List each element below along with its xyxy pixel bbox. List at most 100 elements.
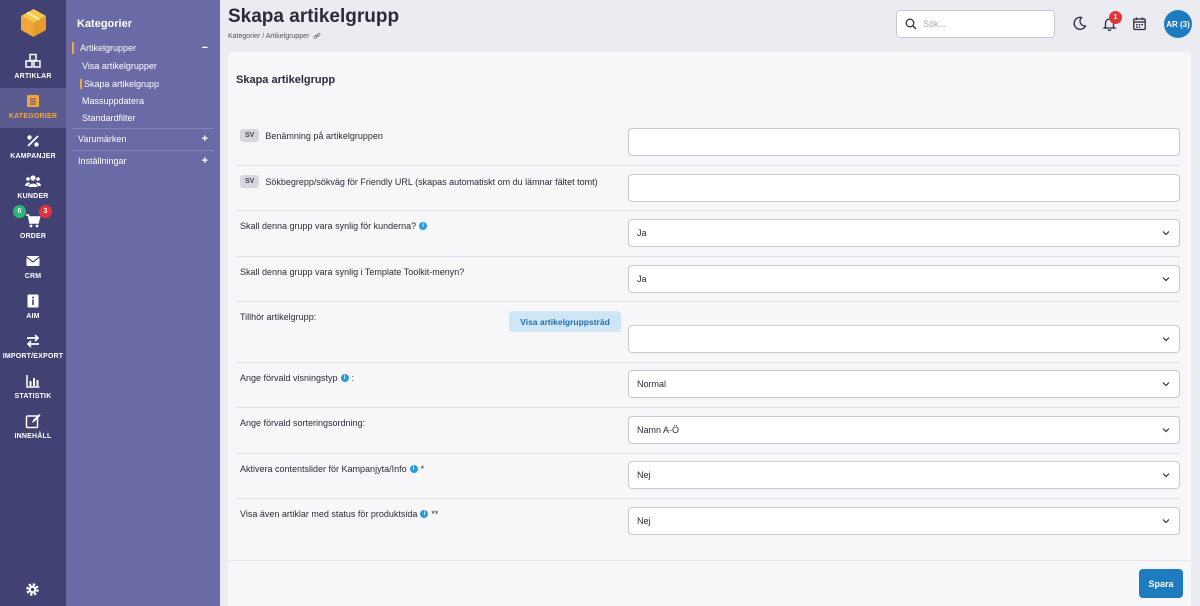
- field-label-sortering: Ange förvald sorteringsordning:: [240, 418, 365, 428]
- arrows-icon: [26, 334, 40, 348]
- info-icon: [27, 294, 39, 308]
- rail-item-crm[interactable]: CRM: [0, 248, 66, 288]
- chevron-down-icon: [1162, 231, 1170, 236]
- row-divider: [236, 407, 1180, 408]
- field-label-template-toolkit: Skall denna grupp vara synlig i Template…: [240, 267, 464, 277]
- field-label-visningstyp: Ange förvald visningstyp i :: [240, 373, 354, 383]
- row-divider: [236, 362, 1180, 363]
- row-divider: [236, 165, 1180, 166]
- user-avatar[interactable]: AR (3): [1164, 10, 1192, 38]
- rail-label: AIM: [26, 313, 40, 320]
- field-label-text: Ange förvald sorteringsordning:: [240, 418, 366, 428]
- row-divider: [236, 453, 1180, 454]
- collapse-icon[interactable]: −: [202, 42, 208, 54]
- moon-icon[interactable]: [1072, 16, 1087, 31]
- rail-item-innehall[interactable]: INNEHÅLL: [0, 408, 66, 448]
- subnav-group-artikelgrupper[interactable]: Artikelgrupper −: [72, 42, 214, 54]
- notification-badge: 1: [1109, 11, 1122, 24]
- chevron-down-icon: [1162, 277, 1170, 282]
- contentslider-select[interactable]: Nej: [628, 461, 1180, 489]
- rail-label: ORDER: [19, 233, 47, 240]
- rail-item-statistik[interactable]: STATISTIK: [0, 368, 66, 408]
- rail-label: IMPORT/EXPORT: [2, 353, 64, 360]
- logo-box-icon[interactable]: [20, 8, 47, 38]
- category-subnav: Kategorier Artikelgrupper − Visa artikel…: [66, 0, 220, 606]
- form-card: Skapa artikelgrupp SV Benämning på artik…: [228, 52, 1191, 606]
- save-button[interactable]: Spara: [1139, 569, 1183, 598]
- field-label-text: Ange förvald visningstyp: [240, 373, 338, 383]
- select-value: Namn A-Ö: [637, 425, 680, 435]
- subnav-group-varumarken[interactable]: Varumärken +: [72, 133, 214, 145]
- field-label-text: Skall denna grupp vara synlig för kunder…: [240, 221, 417, 231]
- display-type-select[interactable]: Normal: [628, 370, 1180, 398]
- bar-chart-icon: [26, 375, 40, 388]
- form-title: Skapa artikelgrupp: [236, 74, 336, 86]
- rail-item-artiklar[interactable]: ARTIKLAR: [0, 48, 66, 88]
- language-tag: SV: [240, 129, 260, 142]
- order-badge-green: 0: [13, 205, 26, 218]
- subnav-group-installningar[interactable]: Inställningar +: [72, 155, 214, 167]
- rail-label: KATEGORIER: [8, 113, 58, 120]
- visible-menu-select[interactable]: Ja: [628, 265, 1180, 293]
- calendar-icon[interactable]: [1132, 16, 1147, 31]
- rail-label: CRM: [24, 273, 42, 280]
- info-icon[interactable]: i: [419, 222, 428, 230]
- breadcrumb-text[interactable]: Kategorier / Artikelgrupper: [228, 33, 309, 40]
- parent-group-select[interactable]: [628, 325, 1180, 353]
- users-icon: [25, 175, 41, 187]
- info-icon[interactable]: i: [409, 465, 418, 473]
- rail-item-kampanjer[interactable]: KAMPANJER: [0, 128, 66, 168]
- page-title: Skapa artikelgrupp: [228, 6, 400, 27]
- select-value: Normal: [637, 379, 667, 389]
- subnav-item-standardfilter[interactable]: Standardfilter: [82, 113, 136, 123]
- rail-item-import-export[interactable]: IMPORT/EXPORT: [0, 328, 66, 368]
- rail-item-aim[interactable]: AIM: [0, 288, 66, 328]
- expand-icon[interactable]: +: [202, 133, 208, 145]
- info-icon[interactable]: i: [420, 510, 429, 518]
- subnav-item-visa-artikelgrupper[interactable]: Visa artikelgrupper: [82, 61, 157, 71]
- rail-item-kunder[interactable]: KUNDER: [0, 168, 66, 208]
- field-label-text: Skall denna grupp vara synlig i Template…: [240, 267, 465, 277]
- select-value: Nej: [637, 470, 651, 480]
- row-divider: [236, 301, 1180, 302]
- subnav-title: Kategorier: [77, 18, 133, 30]
- chevron-down-icon: [1162, 382, 1170, 387]
- field-label-suffix: **: [431, 509, 439, 519]
- chevron-down-icon: [1162, 473, 1170, 478]
- row-divider: [236, 256, 1180, 257]
- subnav-item-skapa-artikelgrupp[interactable]: Skapa artikelgrupp: [80, 79, 159, 89]
- gear-icon[interactable]: [25, 582, 40, 597]
- chevron-down-icon: [1162, 337, 1170, 342]
- rail-label: KUNDER: [17, 193, 49, 200]
- list-icon: [27, 95, 39, 107]
- rail-item-order[interactable]: ORDER: [0, 208, 66, 248]
- field-label-synlig-kunder: Skall denna grupp vara synlig för kunder…: [240, 221, 428, 231]
- expand-icon[interactable]: +: [202, 155, 208, 167]
- form-action-bar: [228, 560, 1191, 606]
- field-label-sokbegrepp: SV Sökbegrepp/sökväg för Friendly URL (s…: [240, 175, 598, 188]
- rail-item-kategorier[interactable]: KATEGORIER: [0, 88, 66, 128]
- name-input[interactable]: [628, 128, 1180, 156]
- visible-customers-select[interactable]: Ja: [628, 219, 1180, 247]
- link-icon[interactable]: [313, 32, 321, 40]
- subnav-item-massuppdatera[interactable]: Massuppdatera: [82, 96, 144, 106]
- sort-order-select[interactable]: Namn A-Ö: [628, 416, 1180, 444]
- subnav-group-label: Artikelgrupper: [80, 43, 137, 53]
- field-label-text: Sökbegrepp/sökväg för Friendly URL (skap…: [265, 176, 598, 187]
- product-page-status-select[interactable]: Nej: [628, 507, 1180, 535]
- select-value: Nej: [637, 516, 651, 526]
- show-group-tree-button[interactable]: Visa artikelgruppsträd: [509, 311, 621, 332]
- search-input[interactable]: [923, 19, 1043, 29]
- info-icon[interactable]: i: [340, 374, 349, 382]
- breadcrumb: Kategorier / Artikelgrupper: [228, 32, 321, 40]
- subnav-divider: [72, 150, 214, 151]
- select-value: Ja: [637, 274, 647, 284]
- friendly-url-input[interactable]: [628, 174, 1180, 202]
- search-icon: [905, 18, 917, 30]
- envelope-icon: [26, 256, 40, 266]
- field-label-text: Benämning på artikelgruppen: [265, 130, 383, 141]
- field-label-suffix: *: [420, 464, 425, 474]
- language-tag: SV: [240, 175, 260, 188]
- search-box[interactable]: [896, 10, 1055, 38]
- rail-label: ARTIKLAR: [14, 73, 52, 80]
